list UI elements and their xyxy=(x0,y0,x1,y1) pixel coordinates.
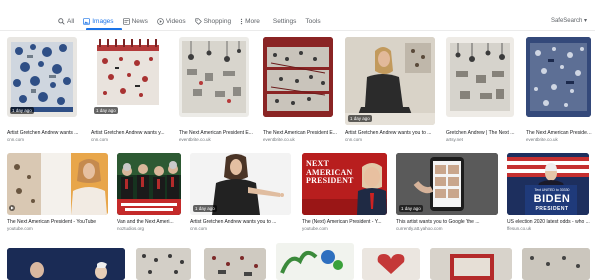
result-source: eventbrite.co.uk xyxy=(179,137,211,142)
age-badge: 1 day ago xyxy=(10,107,34,114)
result-source: noztudios.org xyxy=(117,226,145,231)
thumbnail[interactable] xyxy=(117,153,181,215)
result-title[interactable]: This artist wants you to Google 'the ... xyxy=(396,219,500,225)
result-source: currently.att.yahoo.com xyxy=(396,226,443,231)
result-title[interactable]: Van and the Next Ameri... xyxy=(117,219,187,225)
result-source: cnn.com xyxy=(91,137,109,142)
thumbnail[interactable]: 1 day ago xyxy=(190,153,291,215)
tab-videos[interactable]: Videos xyxy=(157,14,186,28)
result-title[interactable]: Gretchen Andrew | The Next ... xyxy=(446,130,522,136)
age-badge: 1 day ago xyxy=(348,115,372,122)
thumbnail[interactable]: 1 day ago xyxy=(345,37,435,125)
thumbnail[interactable] xyxy=(136,248,191,280)
tab-more[interactable]: More xyxy=(240,14,260,28)
thumbnail[interactable] xyxy=(263,37,333,117)
search-icon xyxy=(58,17,65,25)
thumbnail[interactable] xyxy=(522,248,590,280)
result-title[interactable]: US election 2020 latest odds - who ... xyxy=(507,219,591,225)
thumbnail[interactable] xyxy=(179,37,249,117)
overlay-text: NEXT AMERICAN PRESIDENT xyxy=(306,159,354,185)
tab-images[interactable]: Images xyxy=(83,14,114,28)
result-title[interactable]: Artist Gretchen Andrew wants you to ... xyxy=(190,219,294,225)
result-source: cnn.com xyxy=(7,137,25,142)
thumbnail[interactable] xyxy=(204,248,266,280)
result-title[interactable]: Artist Gretchen Andrew wants ... xyxy=(7,130,85,136)
news-icon xyxy=(122,17,130,25)
search-tabs: All Images News Videos Shopping More Set… xyxy=(58,13,330,29)
thumbnail[interactable]: 1 day ago xyxy=(7,37,77,117)
thumbnail[interactable] xyxy=(446,37,514,117)
age-badge: 1 day ago xyxy=(193,205,217,212)
overlay-name: BIDEN xyxy=(533,193,571,205)
result-title[interactable]: Artist Gretchen Andrew wants you to ... xyxy=(345,130,433,136)
thumbnail[interactable] xyxy=(7,248,125,280)
more-icon xyxy=(240,18,243,25)
result-source: cnn.com xyxy=(190,226,208,231)
image-icon xyxy=(83,17,91,25)
tag-icon xyxy=(194,17,202,25)
settings-link[interactable]: Settings xyxy=(273,14,297,28)
tab-label: More xyxy=(245,17,260,25)
result-title[interactable]: The Next American President E... xyxy=(179,130,257,136)
safesearch-toggle[interactable]: SafeSearch ▾ xyxy=(551,17,587,24)
thumbnail[interactable] xyxy=(362,248,420,280)
header-divider xyxy=(0,30,595,31)
tab-label: Shopping xyxy=(203,17,232,25)
thumbnail[interactable] xyxy=(526,37,591,117)
tab-all[interactable]: All xyxy=(58,14,74,28)
result-title[interactable]: The Next American President - YouTube xyxy=(7,219,111,225)
result-title[interactable]: The (Next) American President - Y... xyxy=(302,219,390,225)
thumbnail[interactable]: Text UNITED to 30330 BIDEN PRESIDENT xyxy=(507,153,589,215)
result-source: youtube.com xyxy=(302,226,328,231)
thumbnail[interactable] xyxy=(7,153,108,215)
tab-shopping[interactable]: Shopping xyxy=(194,14,232,28)
thumbnail[interactable]: 1 day ago xyxy=(91,37,165,117)
tab-news[interactable]: News xyxy=(122,14,148,28)
result-title[interactable]: The Next American President E... xyxy=(526,130,594,136)
thumbnail[interactable] xyxy=(430,248,512,280)
tab-label: News xyxy=(131,17,148,25)
tab-label: Images xyxy=(92,17,114,25)
result-source: eventbrite.co.uk xyxy=(526,137,558,142)
thumbnail[interactable]: 1 day ago xyxy=(396,153,498,215)
result-source: ffesun.co.uk xyxy=(507,226,532,231)
age-badge: 1 day ago xyxy=(399,205,423,212)
result-source: artsy.net xyxy=(446,137,463,142)
thumbnail[interactable] xyxy=(276,243,354,280)
result-title[interactable]: Artist Gretchen Andrew wants y... xyxy=(91,130,169,136)
result-source: youtube.com xyxy=(7,226,33,231)
tab-label: Videos xyxy=(165,17,186,25)
overlay-subtext: PRESIDENT xyxy=(535,206,569,212)
video-icon xyxy=(157,17,164,25)
thumbnail[interactable]: NEXT AMERICAN PRESIDENT xyxy=(302,153,387,215)
age-badge: 1 day ago xyxy=(94,107,118,114)
tab-label: All xyxy=(67,17,75,25)
result-source: eventbrite.co.uk xyxy=(263,137,295,142)
result-title[interactable]: The Next American President E... xyxy=(263,130,341,136)
overlay-subtext: Text UNITED to 30330 xyxy=(534,188,570,192)
result-source: cnn.com xyxy=(345,137,363,142)
tools-link[interactable]: Tools xyxy=(305,14,320,28)
